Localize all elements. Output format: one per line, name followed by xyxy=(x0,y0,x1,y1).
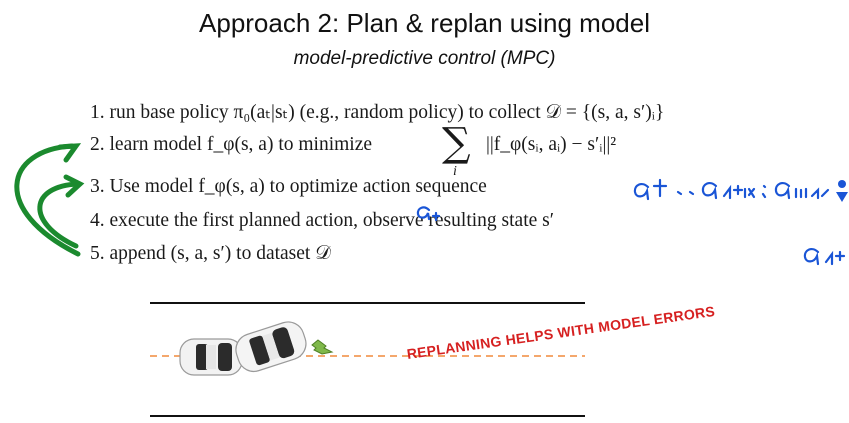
scribble-a2 xyxy=(701,182,718,200)
handwritten-notes xyxy=(416,178,846,266)
loop-arrow-outer xyxy=(14,143,81,257)
scribble-a3 xyxy=(774,182,830,200)
scribble-semicolon xyxy=(761,184,767,199)
scribble-subscript xyxy=(722,184,756,200)
scribble-dots xyxy=(676,190,695,196)
scribble-at xyxy=(416,206,441,222)
loop-arrowhead-outer xyxy=(57,143,82,163)
blue-mark xyxy=(836,180,848,202)
scribble-a xyxy=(633,183,650,201)
car-image-2 xyxy=(235,321,307,373)
replan-arrows xyxy=(14,143,85,257)
direction-arrow-icon xyxy=(311,339,334,355)
scribble-a4 xyxy=(803,248,846,266)
car-image-1 xyxy=(179,338,243,376)
scribble-t xyxy=(652,178,668,198)
